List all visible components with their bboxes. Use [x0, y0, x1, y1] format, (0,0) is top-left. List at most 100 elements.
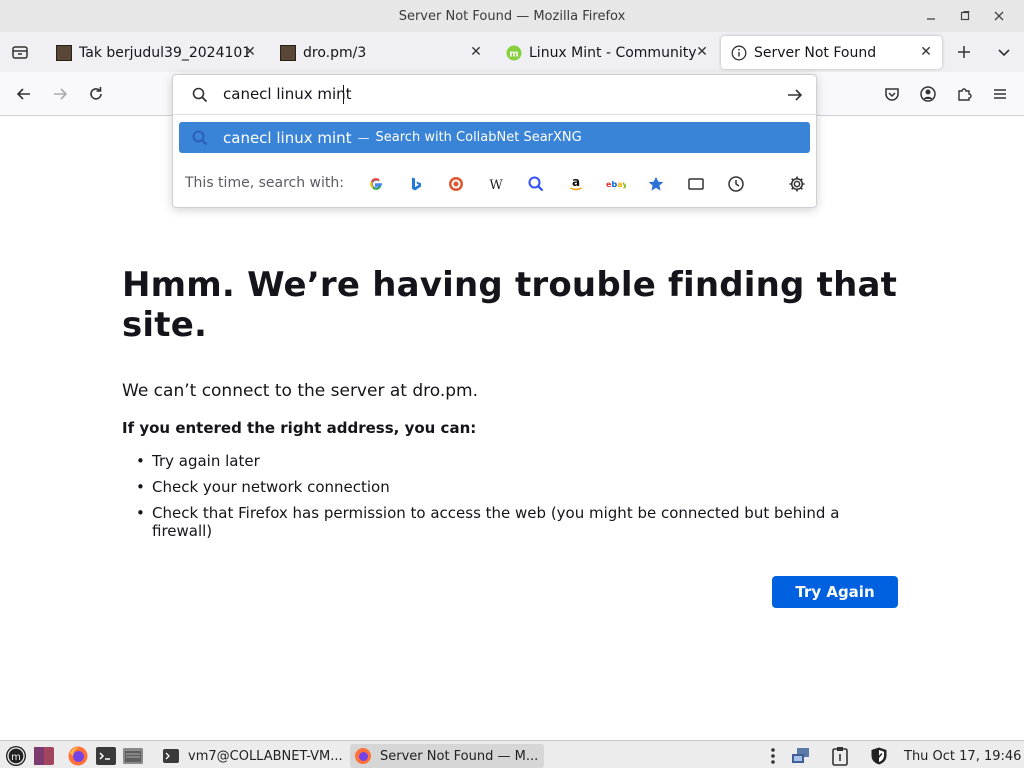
error-heading: Hmm. We’re having trouble finding that s…: [122, 265, 898, 345]
firefox-view-icon: [12, 46, 28, 59]
taskbar-window-label: Server Not Found — M...: [380, 748, 539, 764]
terminal-icon: [163, 749, 179, 763]
update-manager-button[interactable]: [867, 744, 891, 768]
taskbar-window-terminal[interactable]: vm7@COLLABNET-VM...: [158, 744, 346, 768]
extensions-button[interactable]: [952, 82, 976, 106]
show-desktop-icon: [34, 747, 54, 765]
taskbar-window-firefox[interactable]: Server Not Found — M...: [350, 744, 544, 768]
tab-tak-berjudul[interactable]: Tak berjudul39_20241017 ✕: [46, 36, 266, 69]
close-icon: [994, 11, 1004, 21]
urlbar[interactable]: canecl linux mint: [173, 75, 816, 115]
close-window-button[interactable]: [982, 6, 1016, 26]
puzzle-icon: [958, 88, 972, 101]
tab-close-button[interactable]: ✕: [694, 44, 710, 60]
clipboard-icon: [832, 747, 848, 766]
list-item: Check your network connection: [136, 478, 872, 496]
back-button[interactable]: [12, 82, 36, 106]
searxng-icon: [191, 129, 209, 151]
bookmarks-icon[interactable]: [646, 174, 666, 194]
arrow-right-icon: [788, 89, 803, 101]
shield-icon: [871, 747, 887, 765]
terminal-launcher[interactable]: [94, 744, 118, 768]
tab-dro-pm[interactable]: dro.pm/3 ✕: [270, 36, 492, 69]
maximize-button[interactable]: [948, 6, 982, 26]
taskbar: m vm7@COLLABNET-VM... Server Not Found —…: [0, 740, 1024, 768]
urlbar-panel: canecl linux mint canecl linux mint — Se…: [172, 74, 817, 208]
svg-text:m: m: [11, 752, 21, 763]
go-button[interactable]: [786, 86, 804, 108]
mint-menu-button[interactable]: m: [4, 744, 28, 768]
image-favicon-icon: [56, 44, 72, 61]
tabs-icon[interactable]: [686, 174, 706, 194]
hamburger-icon: [994, 89, 1006, 99]
svg-text:W: W: [489, 178, 503, 192]
info-icon: [731, 45, 747, 61]
urlbar-input[interactable]: canecl linux mint: [223, 85, 352, 103]
account-button[interactable]: [916, 82, 940, 106]
history-icon[interactable]: [726, 174, 746, 194]
amazon-icon[interactable]: a: [566, 174, 586, 194]
error-lead-text: We can’t connect to the server at dro.pm…: [122, 381, 479, 401]
clock[interactable]: Thu Oct 17, 19:46: [904, 744, 1021, 768]
wikipedia-icon[interactable]: W: [486, 174, 506, 194]
try-again-button[interactable]: Try Again: [772, 576, 898, 608]
svg-text:ebay: ebay: [606, 180, 626, 189]
folder-icon: [123, 748, 143, 764]
list-all-tabs-button[interactable]: [992, 40, 1016, 64]
image-favicon-icon: [280, 44, 296, 61]
firefox-launcher[interactable]: [66, 744, 90, 768]
tab-strip: Tak berjudul39_20241017 ✕ dro.pm/3 ✕ m L…: [0, 32, 1024, 72]
desktop-launcher[interactable]: [32, 744, 56, 768]
tab-server-not-found[interactable]: Server Not Found ✕: [721, 36, 942, 69]
search-suggestion-row[interactable]: canecl linux mint — Search with CollabNe…: [179, 122, 810, 153]
google-icon[interactable]: [366, 174, 386, 194]
minimize-icon: [927, 18, 935, 20]
maximize-icon: [960, 11, 970, 21]
clipboard-button[interactable]: [829, 744, 851, 768]
more-options-button[interactable]: [766, 744, 780, 768]
bing-icon[interactable]: [406, 174, 426, 194]
suggestion-separator: —: [357, 130, 370, 145]
ebay-icon[interactable]: ebay: [606, 174, 626, 194]
linux-mint-icon: m: [6, 746, 26, 766]
window-titlebar: Server Not Found — Mozilla Firefox: [0, 0, 1024, 32]
plus-icon: [958, 46, 970, 58]
suggestion-action: Search with CollabNet SearXNG: [375, 130, 582, 145]
files-launcher[interactable]: [121, 744, 145, 768]
window-title: Server Not Found — Mozilla Firefox: [398, 8, 626, 24]
minimize-button[interactable]: [914, 6, 948, 26]
network-button[interactable]: [790, 744, 812, 768]
arrow-right-icon: [54, 88, 68, 100]
account-icon: [920, 86, 936, 102]
tab-close-button[interactable]: ✕: [242, 44, 258, 60]
tab-close-button[interactable]: ✕: [468, 44, 484, 60]
firefox-icon: [68, 746, 88, 766]
menu-button[interactable]: [988, 82, 1012, 106]
firefox-view-button[interactable]: [8, 40, 32, 64]
svg-text:a: a: [572, 176, 580, 189]
error-subheading: If you entered the right address, you ca…: [122, 419, 477, 437]
tab-linux-mint-community[interactable]: m Linux Mint - Community ✕: [496, 36, 718, 69]
list-item: Check that Firefox has permission to acc…: [136, 504, 872, 540]
list-item: Try again later: [136, 452, 872, 470]
pocket-button[interactable]: [880, 82, 904, 106]
text-cursor: [343, 85, 344, 104]
pocket-icon: [885, 88, 899, 101]
suggestion-list: Try again later Check your network conne…: [136, 452, 872, 548]
tab-close-button[interactable]: ✕: [918, 44, 934, 60]
firefox-icon: [355, 748, 371, 764]
duckduckgo-icon[interactable]: [446, 174, 466, 194]
linux-mint-icon: m: [506, 45, 522, 61]
chevron-down-icon: [998, 49, 1010, 57]
taskbar-window-label: vm7@COLLABNET-VM...: [188, 748, 343, 764]
forward-button[interactable]: [48, 82, 72, 106]
gear-icon: [789, 176, 805, 192]
searxng-icon[interactable]: [526, 174, 546, 194]
suggestion-query: canecl linux mint: [223, 128, 352, 147]
arrow-left-icon: [16, 88, 30, 100]
reload-button[interactable]: [84, 82, 108, 106]
new-tab-button[interactable]: [952, 40, 976, 64]
search-settings-button[interactable]: [787, 174, 807, 194]
search-icon: [191, 86, 209, 108]
network-icon: [792, 748, 809, 763]
